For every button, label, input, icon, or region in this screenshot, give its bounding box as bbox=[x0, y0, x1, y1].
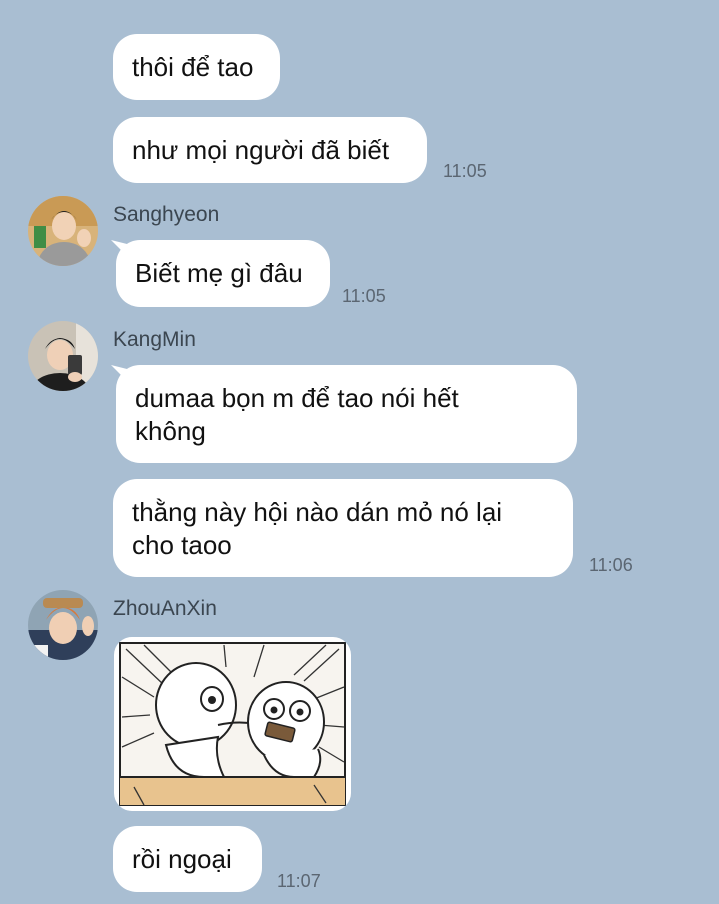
message-bubble[interactable]: như mọi người đã biết bbox=[113, 117, 427, 183]
message-text: rồi ngoại bbox=[132, 844, 232, 874]
message-text-line: không bbox=[135, 416, 206, 446]
sender-name: Sanghyeon bbox=[113, 203, 220, 226]
avatar-sanghyeon[interactable] bbox=[28, 196, 98, 266]
message-timestamp: 11:05 bbox=[443, 161, 487, 181]
message-timestamp: 11:07 bbox=[277, 871, 321, 891]
message-text-line: thằng này hội nào dán mỏ nó lại bbox=[132, 497, 503, 527]
sticker-image[interactable] bbox=[114, 637, 351, 811]
message-bubble[interactable]: dumaa bọn m để tao nói hết không bbox=[116, 365, 577, 463]
avatar-sanghyeon-image bbox=[28, 196, 98, 266]
avatar-zhouanxin[interactable] bbox=[28, 590, 98, 660]
sender-name: KangMin bbox=[113, 328, 196, 351]
message-bubble[interactable]: thằng này hội nào dán mỏ nó lại cho taoo bbox=[113, 479, 573, 577]
avatar-kangmin[interactable] bbox=[28, 321, 98, 391]
message-text: thôi để tao bbox=[132, 52, 254, 82]
message-bubble[interactable]: thôi để tao bbox=[113, 34, 280, 100]
message-bubble[interactable]: Biết mẹ gì đâu bbox=[116, 240, 330, 307]
sticker-drawing bbox=[119, 642, 346, 806]
avatar-zhouanxin-image bbox=[28, 590, 98, 660]
message-timestamp: 11:06 bbox=[589, 555, 633, 575]
message-text: như mọi người đã biết bbox=[132, 135, 390, 165]
avatar-kangmin-image bbox=[28, 321, 98, 391]
message-text-line: dumaa bọn m để tao nói hết bbox=[135, 383, 459, 413]
message-text-line: cho taoo bbox=[132, 530, 232, 560]
message-timestamp: 11:05 bbox=[342, 286, 386, 306]
message-bubble[interactable]: rồi ngoại bbox=[113, 826, 262, 892]
message-text: Biết mẹ gì đâu bbox=[135, 258, 303, 288]
sender-name: ZhouAnXin bbox=[113, 597, 217, 620]
